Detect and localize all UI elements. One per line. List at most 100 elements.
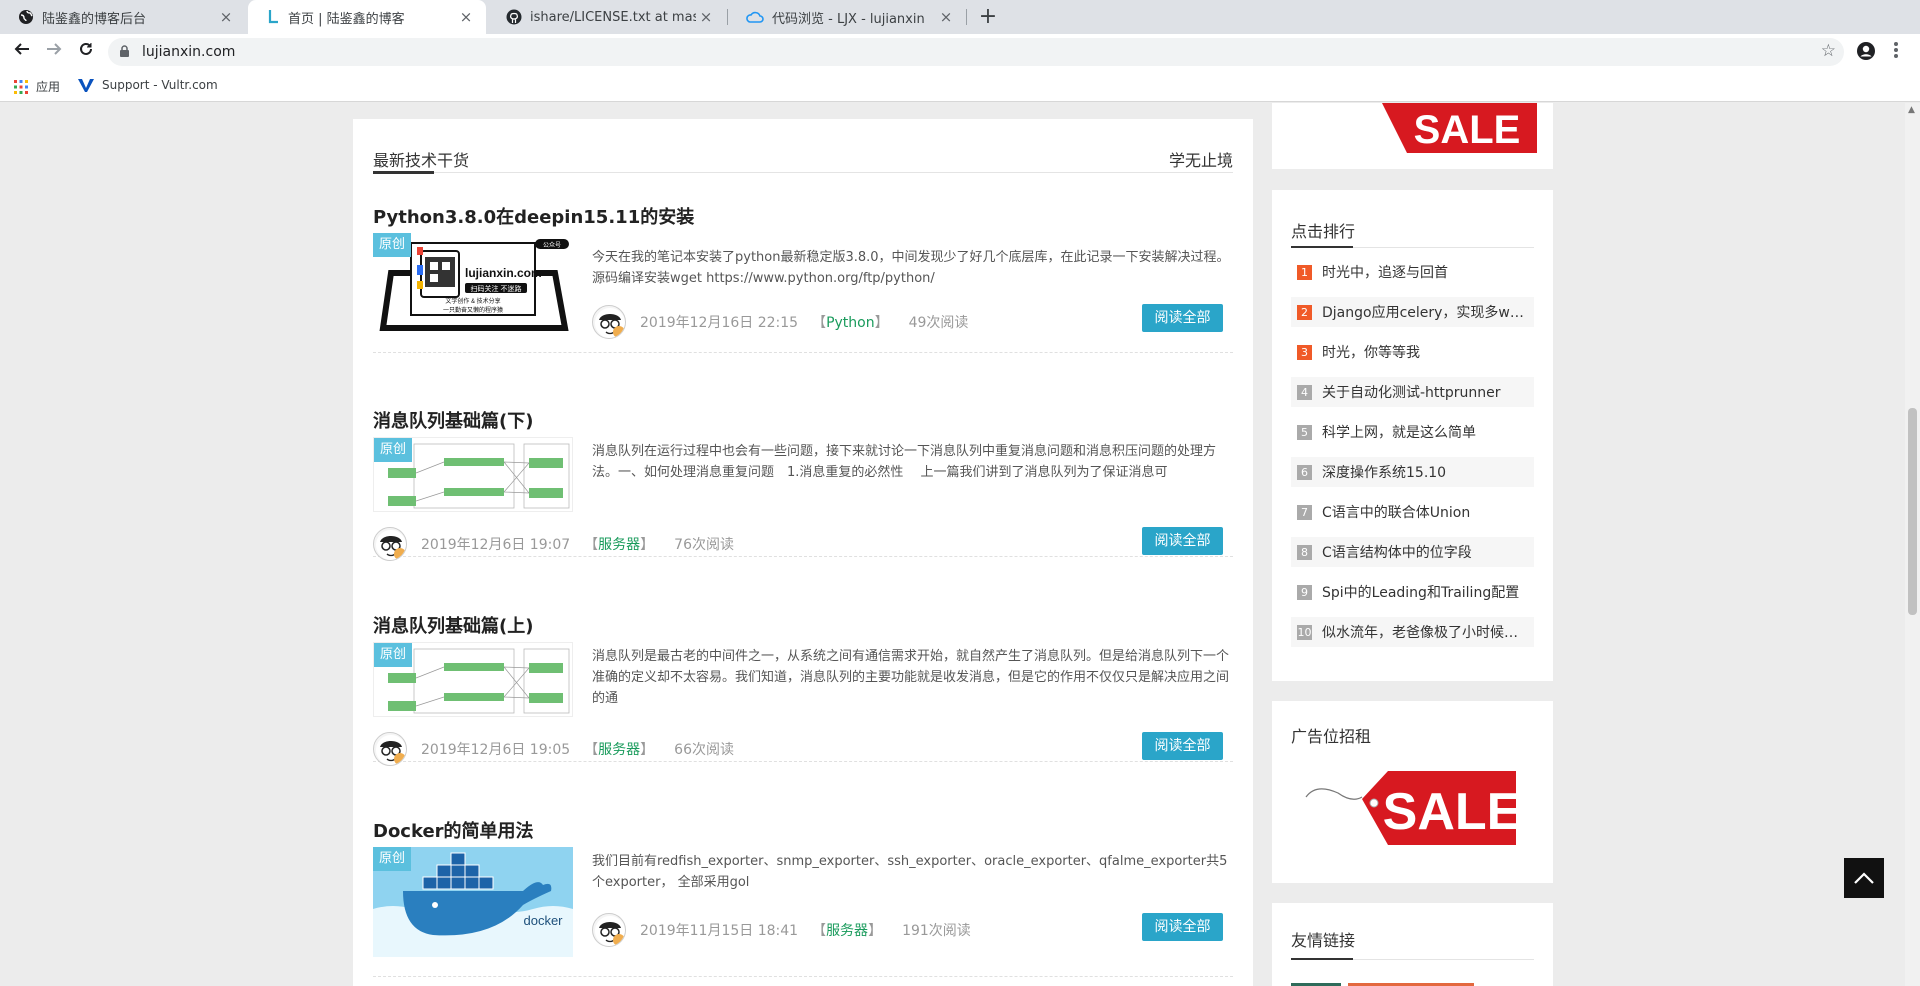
chevron-up-icon [1854, 872, 1874, 884]
ranking-number: 5 [1297, 424, 1312, 440]
article-title[interactable]: 消息队列基础篇(上) [373, 612, 533, 638]
bookmarks-bar: 应用 Support - Vultr.com [0, 70, 1920, 102]
article-title[interactable]: Python3.8.0在deepin15.11的安装 [373, 203, 694, 229]
original-badge: 原创 [374, 643, 412, 667]
ranking-number: 10 [1297, 624, 1312, 640]
article-date: 2019年12月6日 19:07 [421, 537, 571, 553]
ranking-item[interactable]: 5 科学上网，就是这么简单 [1291, 417, 1534, 447]
tab-strip: 陆鉴鑫的博客后台 × 首页 | 陆鉴鑫的博客 × ishare/LICENSE.… [0, 0, 1920, 34]
back-to-top-button[interactable] [1844, 858, 1884, 898]
browser-toolbar: lujianxin.com ☆ [0, 34, 1920, 70]
tab-home[interactable]: 首页 | 陆鉴鑫的博客 × [248, 0, 486, 34]
ad-title: 广告位招租 [1291, 727, 1372, 746]
verified-icon [613, 934, 625, 946]
read-more-button[interactable]: 阅读全部 [1142, 913, 1223, 941]
ranking-item[interactable]: 1 时光中，追逐与回首 [1291, 257, 1534, 287]
author-avatar [373, 732, 407, 766]
tab-close-button[interactable]: × [456, 8, 476, 26]
scrollbar-thumb[interactable] [1908, 408, 1917, 615]
back-button[interactable] [10, 40, 34, 64]
reload-icon [80, 42, 92, 55]
page-scrollbar[interactable]: ▲ [1905, 103, 1920, 986]
thumb-slogan-text-2: 一只勤奋又懒的程序猿 [443, 306, 503, 314]
verified-icon [394, 753, 406, 765]
ranking-label: 时光，你等等我 [1322, 345, 1420, 361]
bookmark-star-icon[interactable]: ☆ [1821, 41, 1836, 61]
sale-text: SALE [1414, 108, 1521, 152]
author-avatar [592, 913, 626, 947]
original-badge: 原创 [374, 438, 412, 462]
tab-code-browse[interactable]: 代码浏览 - LJX - lujianxin × [728, 0, 966, 34]
tab-close-button[interactable]: × [936, 8, 956, 26]
bookmark-vultr[interactable]: Support - Vultr.com [78, 78, 218, 92]
ranking-number: 4 [1297, 384, 1312, 400]
tab-blog-admin[interactable]: 陆鉴鑫的博客后台 × [0, 0, 246, 34]
ranking-label: Spi中的Leading和Trailing配置 [1322, 585, 1520, 601]
ranking-number: 9 [1297, 584, 1312, 600]
arrow-right-icon [47, 43, 62, 55]
thumb-follow-text: 扫码关注 不迷路 [471, 284, 522, 293]
ranking-number: 1 [1297, 264, 1312, 280]
tab-close-button[interactable]: × [696, 8, 716, 26]
article-thumbnail[interactable]: 原创 [373, 642, 573, 717]
url-text: lujianxin.com [142, 44, 236, 60]
tab-title: ishare/LICENSE.txt at master [530, 9, 696, 25]
github-icon [506, 9, 522, 25]
bookmark-apps[interactable]: 应用 [14, 78, 60, 95]
article-category-link[interactable]: 【服务器】 [584, 739, 654, 759]
ranking-item[interactable]: 2 Django应用celery，实现多w… [1291, 297, 1534, 327]
article-title[interactable]: 消息队列基础篇(下) [373, 407, 533, 433]
article-thumbnail[interactable]: 原创 [373, 437, 573, 512]
lock-icon [120, 45, 129, 57]
account-icon [1857, 42, 1875, 60]
ranking-item[interactable]: 8 C语言结构体中的位字段 [1291, 537, 1534, 567]
article-thumbnail[interactable]: lujianxin.com 扫码关注 不迷路 公众号 文学创作 & 技术分享 一… [373, 233, 573, 343]
original-badge: 原创 [373, 233, 411, 257]
menu-button[interactable] [1885, 41, 1907, 63]
scroll-up-icon[interactable]: ▲ [1908, 105, 1915, 115]
ranking-label: Django应用celery，实现多w… [1322, 305, 1524, 321]
original-badge: 原创 [373, 847, 411, 871]
category-label: 服务器 [598, 537, 641, 553]
article-category-link[interactable]: 【服务器】 [812, 920, 882, 940]
category-label: 服务器 [598, 742, 641, 758]
category-label: Python [826, 315, 875, 331]
ranking-label: 科学上网，就是这么简单 [1322, 425, 1476, 441]
ranking-item[interactable]: 7 C语言中的联合体Union [1291, 497, 1534, 527]
read-more-button[interactable]: 阅读全部 [1142, 304, 1223, 332]
tab-close-button[interactable]: × [216, 8, 236, 26]
tab-title: 陆鉴鑫的博客后台 [42, 11, 147, 27]
ranking-item[interactable]: 9 Spi中的Leading和Trailing配置 [1291, 577, 1534, 607]
sale-text: SALE [1383, 783, 1522, 841]
vultr-icon [78, 79, 94, 92]
read-more-button[interactable]: 阅读全部 [1142, 732, 1223, 760]
tab-github-license[interactable]: ishare/LICENSE.txt at master × [488, 0, 726, 34]
apps-grid-icon [14, 79, 28, 94]
ranking-item[interactable]: 3 时光，你等等我 [1291, 337, 1534, 367]
ranking-item[interactable]: 4 关于自动化测试-httprunner [1291, 377, 1534, 407]
article-category-link[interactable]: 【Python】 [812, 312, 889, 332]
profile-button[interactable] [1855, 41, 1877, 63]
friend-links-title: 友情链接 [1291, 931, 1356, 950]
ranking-item[interactable]: 6 深度操作系统15.10 [1291, 457, 1534, 487]
ranking-title-underline [1291, 246, 1353, 248]
reload-button[interactable] [74, 40, 98, 64]
read-more-button[interactable]: 阅读全部 [1142, 527, 1223, 555]
forward-button[interactable] [42, 40, 66, 64]
ranking-number: 3 [1297, 344, 1312, 360]
ranking-item[interactable]: 10 似水流年，老爸像极了小时候… [1291, 617, 1534, 647]
address-bar[interactable]: lujianxin.com ☆ [108, 38, 1844, 66]
article-thumbnail[interactable]: docker 原创 [373, 847, 573, 957]
cloud-icon [746, 11, 764, 23]
article-views: 49次阅读 [908, 315, 969, 331]
new-tab-button[interactable]: + [974, 4, 1002, 32]
globe-icon [19, 10, 33, 24]
article-title[interactable]: Docker的简单用法 [373, 817, 534, 843]
sale-tag-image[interactable]: SALE [1302, 763, 1532, 853]
ad-card-top: SALE [1272, 103, 1553, 169]
ranking-number: 2 [1297, 304, 1312, 320]
article-date: 2019年12月16日 22:15 [640, 315, 799, 331]
verified-icon [613, 326, 625, 338]
ranking-card: 点击排行 1 时光中，追逐与回首 2 Django应用celery，实现多w… 3 时光，… [1272, 190, 1553, 681]
article-category-link[interactable]: 【服务器】 [584, 534, 654, 554]
